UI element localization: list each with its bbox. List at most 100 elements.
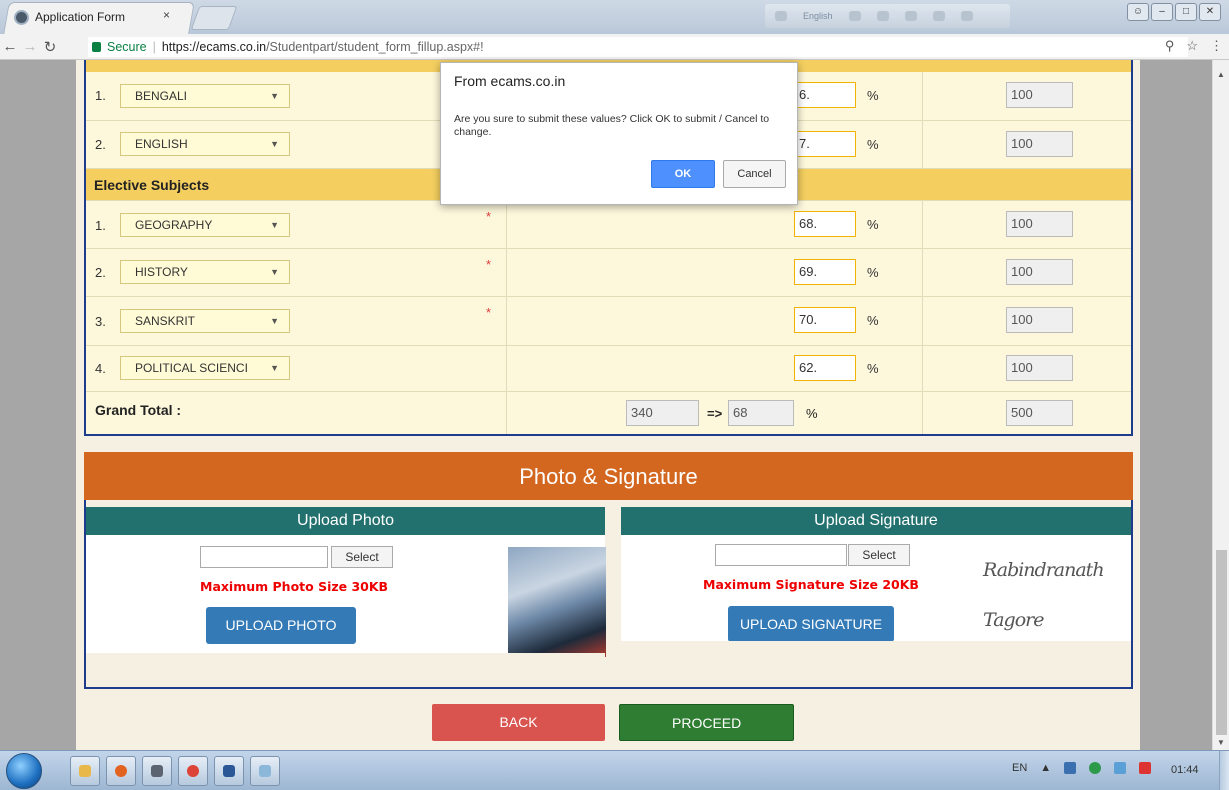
extension-icon[interactable] [775,11,787,21]
table-row: 2. HISTORY ▼ * 69. % 100 [86,249,1131,297]
chevron-down-icon: ▼ [270,316,279,326]
flag-icon[interactable] [1064,762,1077,774]
extension-icon[interactable] [876,11,889,21]
back-button[interactable]: BACK [432,704,605,741]
subject-select-value: SANSKRIT [135,314,196,328]
menu-dots-icon[interactable]: ⋮ [1210,38,1223,54]
required-asterisk: * [486,257,492,272]
subject-select[interactable]: ENGLISH ▼ [120,132,290,156]
percent-sign: % [867,217,879,232]
signature-file-input[interactable] [715,544,847,566]
new-tab-button[interactable] [190,6,238,30]
monitor-icon[interactable] [1114,762,1127,774]
row-number: 2. [95,137,106,152]
column-divider [922,346,923,391]
upload-signature-button[interactable]: UPLOAD SIGNATURE [728,606,894,642]
table-row: 4. POLITICAL SCIENCI ▼ 62. % 100 [86,346,1131,392]
address-bar-actions: ⚲ ☆ ⋮ [1165,38,1223,54]
subject-select-value: BENGALI [135,89,188,103]
taskbar-firefox[interactable] [106,756,136,786]
signature-select-button[interactable]: Select [848,544,910,566]
tab-title: Application Form [35,10,126,24]
full-marks-field: 100 [1006,355,1073,381]
percentage-input[interactable]: 69. [794,259,856,285]
percentage-input[interactable]: 6. [794,82,856,108]
confirm-dialog: From ecams.co.in Are you sure to submit … [440,62,798,205]
extension-icon[interactable] [904,11,917,21]
subject-select[interactable]: BENGALI ▼ [120,84,290,108]
column-divider [922,121,923,168]
upload-photo-title: Upload Photo [86,507,605,535]
upload-signature-title: Upload Signature [621,507,1131,535]
percent-sign: % [806,406,818,421]
extension-icon[interactable] [848,11,861,21]
table-row: 3. SANSKRIT ▼ * 70. % 100 [86,297,1131,346]
taskbar-explorer[interactable] [70,756,100,786]
subject-select[interactable]: HISTORY ▼ [120,260,290,284]
percent-sign: % [867,88,879,103]
forward-arrow-icon[interactable]: → [20,38,40,55]
zoom-icon[interactable]: ⚲ [1165,38,1175,54]
minimize-icon[interactable]: – [1151,3,1173,21]
subject-select-value: HISTORY [135,265,188,279]
taskbar-word[interactable] [214,756,244,786]
grand-total-percentage-field: 68 [728,400,794,426]
full-marks-field: 100 [1006,307,1073,333]
proceed-button[interactable]: PROCEED [619,704,794,741]
grand-total-row: Grand Total : 340 => 68 % 500 [86,392,1131,434]
url-host: https://ecams.co.in [161,40,267,54]
network-icon[interactable] [1089,762,1102,774]
word-icon [223,765,235,777]
uploaded-signature-image: Rabindranath Tagore [983,559,1105,631]
back-arrow-icon[interactable]: ← [0,38,20,55]
upload-photo-button[interactable]: UPLOAD PHOTO [206,607,356,644]
scroll-down-icon[interactable]: ▼ [1217,738,1225,747]
percentage-input[interactable]: 62. [794,355,856,381]
profile-icon[interactable]: ☺ [1127,3,1149,21]
volume-muted-icon[interactable] [1139,762,1152,774]
favicon-icon [14,9,29,25]
column-divider [506,249,507,296]
photo-select-button[interactable]: Select [331,546,393,568]
panel-footer [86,653,605,675]
equals-arrow: => [707,406,723,421]
star-icon[interactable]: ☆ [1186,38,1198,54]
subject-select[interactable]: POLITICAL SCIENCI ▼ [120,356,290,380]
firefox-icon [115,765,127,777]
dialog-cancel-button[interactable]: Cancel [723,160,786,188]
language-indicator[interactable]: EN [1012,762,1027,774]
extension-language-label[interactable]: English [803,11,833,21]
reload-icon[interactable]: ↻ [40,38,60,56]
lock-icon [92,42,101,52]
extension-icon[interactable] [932,11,945,21]
percentage-input[interactable]: 68. [794,211,856,237]
subject-select[interactable]: GEOGRAPHY ▼ [120,213,290,237]
url-field[interactable]: Secure | https://ecams.co.in/Studentpart… [88,37,1188,57]
column-divider [506,201,507,248]
uploaded-photo-image [508,547,606,657]
photo-file-input[interactable] [200,546,328,568]
chevron-up-icon[interactable]: ▲ [1040,762,1051,774]
scroll-up-icon[interactable]: ▲ [1217,70,1225,79]
tab-close-icon[interactable]: × [163,8,170,22]
show-desktop-button[interactable] [1219,751,1229,790]
extension-icon[interactable] [960,11,973,21]
page-scrollbar[interactable]: ▲ ▼ [1212,60,1229,750]
taskbar-chrome[interactable] [178,756,208,786]
close-icon[interactable]: ✕ [1199,3,1221,21]
subject-select[interactable]: SANSKRIT ▼ [120,309,290,333]
scroll-thumb[interactable] [1216,550,1227,735]
dialog-ok-button[interactable]: OK [651,160,715,188]
taskbar-calculator[interactable] [142,756,172,786]
chevron-down-icon: ▼ [270,363,279,373]
taskbar-clock[interactable]: 01:44 [1171,764,1199,776]
taskbar-paint[interactable] [250,756,280,786]
chrome-icon [187,765,199,777]
maximize-icon[interactable]: □ [1175,3,1197,21]
start-button[interactable] [6,753,42,789]
percentage-input[interactable]: 70. [794,307,856,333]
dialog-title: From ecams.co.in [454,73,566,89]
percentage-input[interactable]: 7. [794,131,856,157]
browser-tab-content[interactable]: Application Form [14,6,184,28]
column-divider [922,392,923,434]
